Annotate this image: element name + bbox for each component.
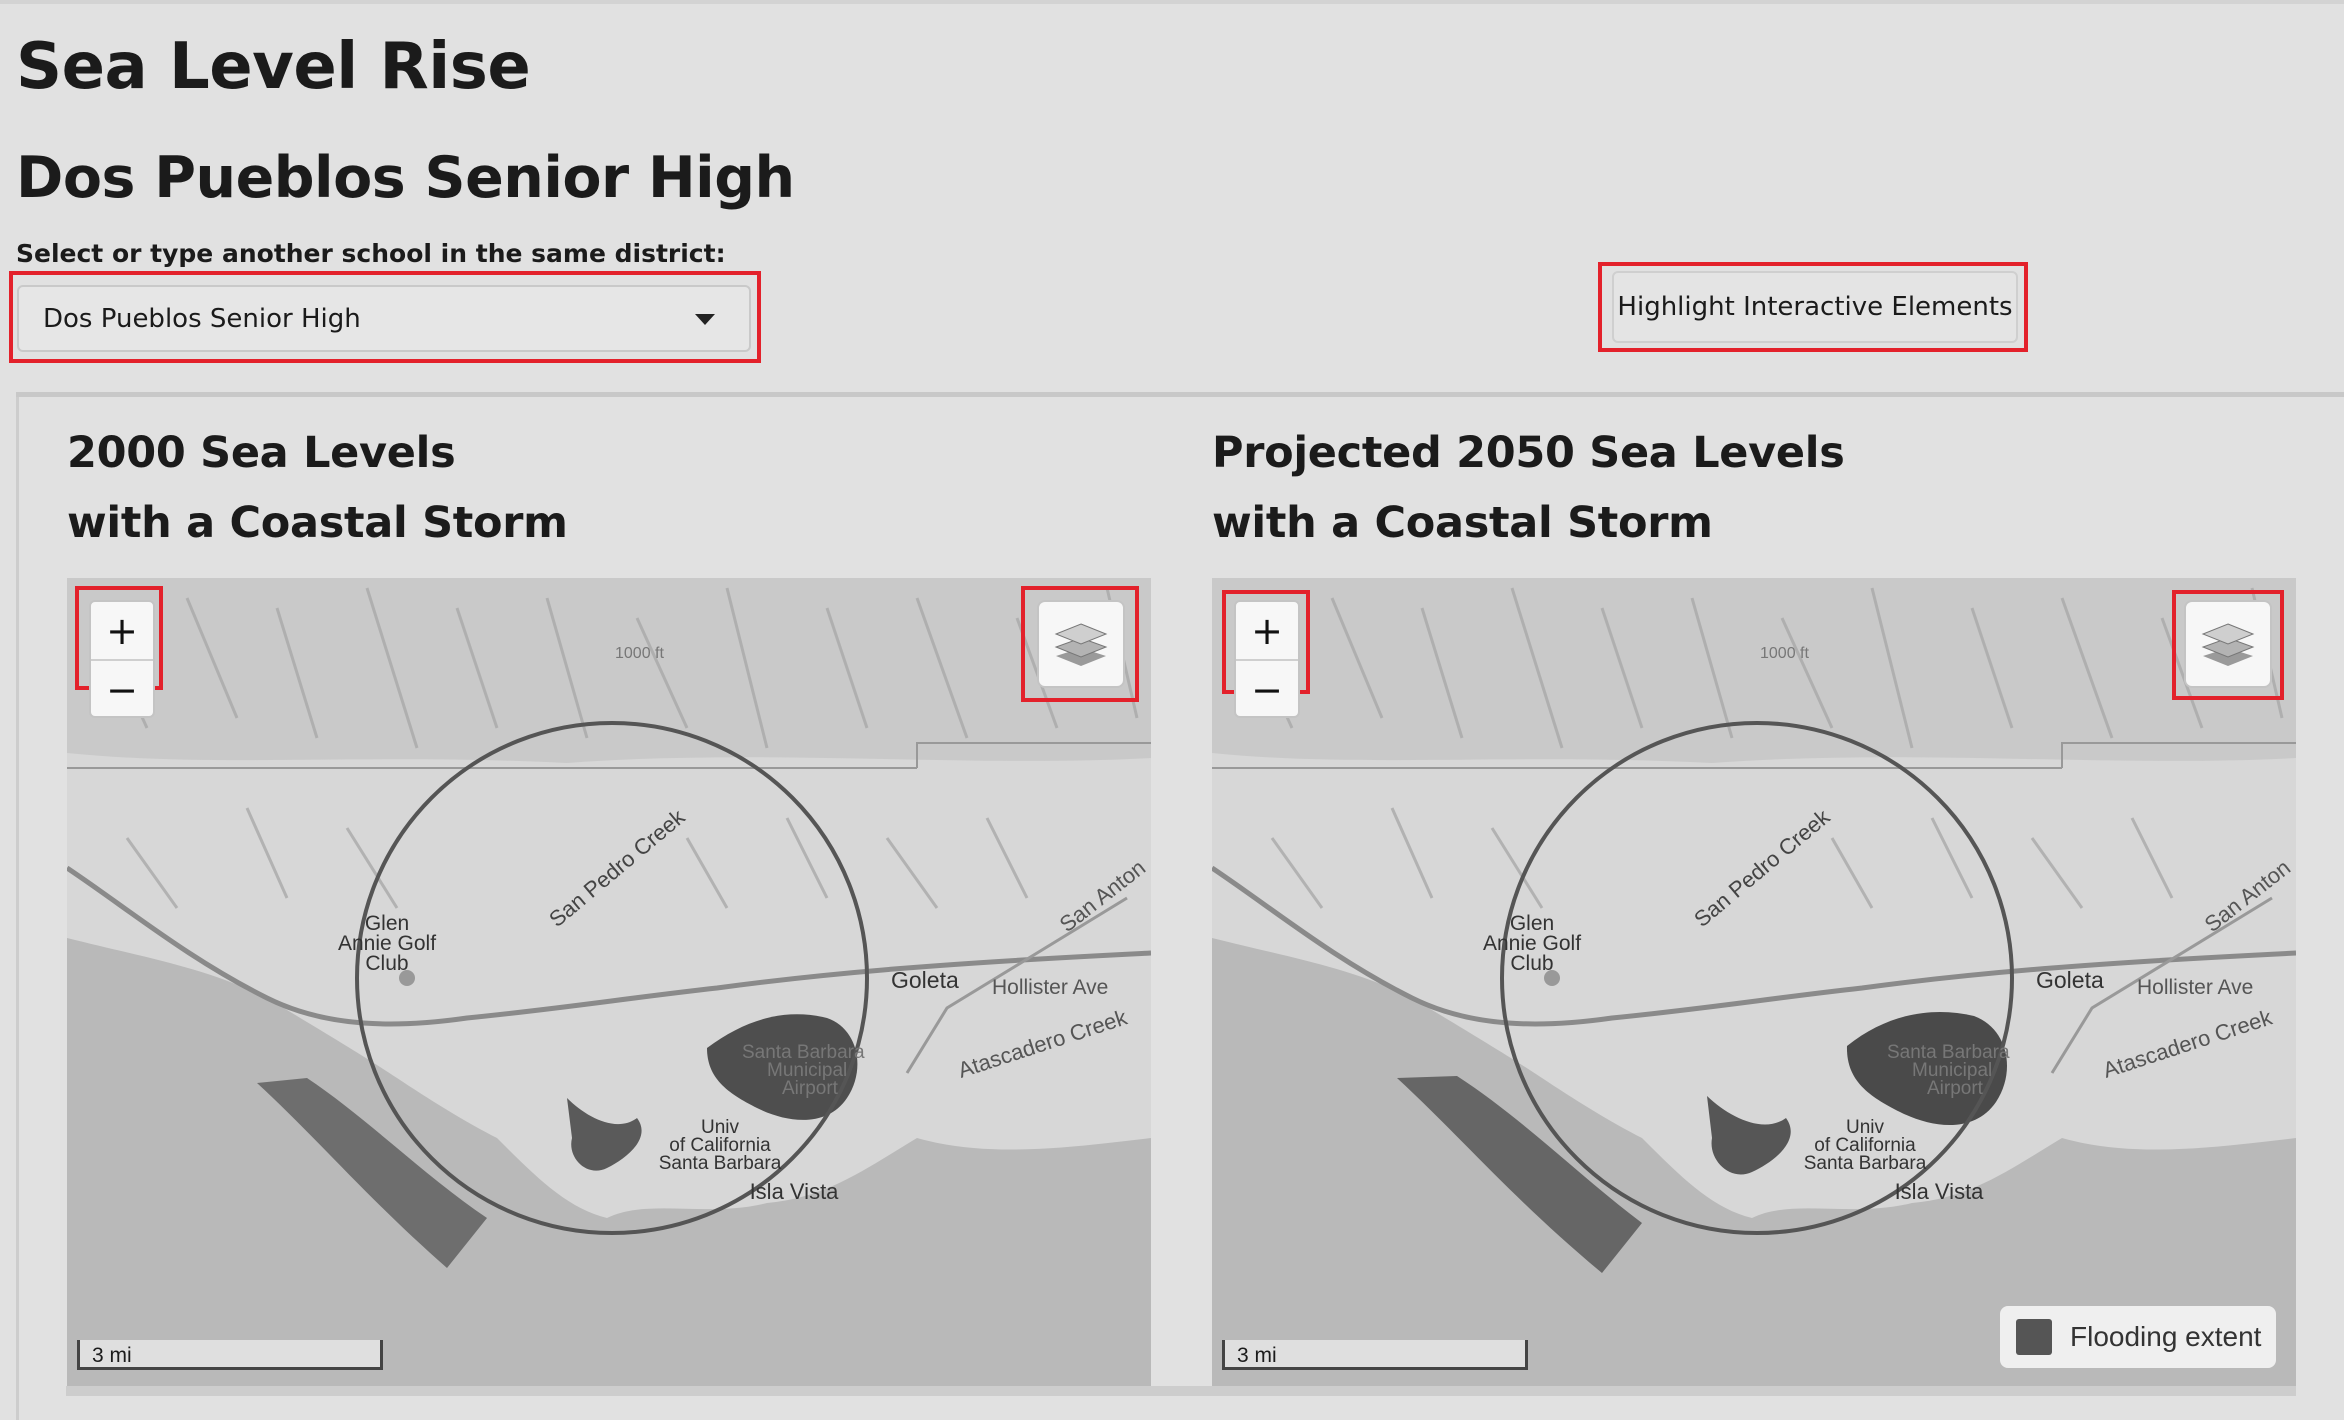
chevron-down-icon <box>695 314 715 325</box>
svg-text:Hollister Ave: Hollister Ave <box>992 976 1108 999</box>
map-2-title: Projected 2050 Sea Levels with a Coastal… <box>1212 418 1845 558</box>
top-border <box>0 0 2344 4</box>
flooding-swatch <box>2016 1319 2052 1355</box>
map-1[interactable]: San Pedro Creek 1000 ft Mar Glen Annie G… <box>67 578 1151 1386</box>
svg-text:Airport: Airport <box>1927 1078 1984 1099</box>
page-title: Sea Level Rise <box>16 30 531 104</box>
map-1-layers-button[interactable] <box>1037 600 1125 688</box>
map-2-title-line2: with a Coastal Storm <box>1212 498 1713 548</box>
zoom-in-button[interactable]: + <box>91 602 153 661</box>
svg-text:Santa Barbara: Santa Barbara <box>659 1153 782 1174</box>
svg-text:Goleta: Goleta <box>2036 967 2104 993</box>
map-2-scale-bar: 3 mi <box>1222 1340 1528 1370</box>
school-select-value: Dos Pueblos Senior High <box>43 303 361 334</box>
map-2-layers-button[interactable] <box>2184 600 2272 688</box>
map-1-title: 2000 Sea Levels with a Coastal Storm <box>67 418 568 558</box>
map-2-basemap: San Pedro Creek 1000 ft Mar Glen Annie G… <box>1212 578 2296 1386</box>
svg-text:Club: Club <box>1510 952 1553 975</box>
map-1-title-line2: with a Coastal Storm <box>67 498 568 548</box>
flooding-legend: Flooding extent <box>2000 1306 2276 1368</box>
map-2-zoom-control: + − <box>1234 600 1300 718</box>
svg-text:1000 ft: 1000 ft <box>1760 645 1809 662</box>
svg-text:Airport: Airport <box>782 1078 839 1099</box>
layers-icon <box>1054 623 1108 666</box>
section-divider <box>16 392 2344 397</box>
svg-text:Santa Barbara: Santa Barbara <box>1804 1153 1927 1174</box>
panel-left-border <box>16 397 19 1420</box>
bottom-border <box>66 1386 2296 1396</box>
layers-icon <box>2201 623 2255 666</box>
map-2-title-line1: Projected 2050 Sea Levels <box>1212 428 1845 478</box>
map-1-basemap: San Pedro Creek 1000 ft Mar Glen Annie G… <box>67 578 1151 1386</box>
svg-text:Isla Vista: Isla Vista <box>750 1179 840 1204</box>
svg-text:Goleta: Goleta <box>891 967 959 993</box>
zoom-out-button[interactable]: − <box>1236 661 1298 718</box>
zoom-out-button[interactable]: − <box>91 661 153 718</box>
map-1-zoom-control: + − <box>89 600 155 718</box>
map-1-title-line1: 2000 Sea Levels <box>67 428 456 478</box>
svg-text:1000 ft: 1000 ft <box>615 645 664 662</box>
zoom-in-button[interactable]: + <box>1236 602 1298 661</box>
highlight-interactive-elements-button[interactable]: Highlight Interactive Elements <box>1612 271 2018 343</box>
svg-text:Club: Club <box>365 952 408 975</box>
school-select[interactable]: Dos Pueblos Senior High <box>17 285 751 352</box>
map-2[interactable]: San Pedro Creek 1000 ft Mar Glen Annie G… <box>1212 578 2296 1386</box>
map-1-scale-bar: 3 mi <box>77 1340 383 1370</box>
svg-text:Isla Vista: Isla Vista <box>1895 1179 1985 1204</box>
flooding-legend-label: Flooding extent <box>2070 1321 2262 1352</box>
school-select-label: Select or type another school in the sam… <box>16 239 726 268</box>
svg-text:Hollister Ave: Hollister Ave <box>2137 976 2253 999</box>
school-heading: Dos Pueblos Senior High <box>16 145 795 211</box>
